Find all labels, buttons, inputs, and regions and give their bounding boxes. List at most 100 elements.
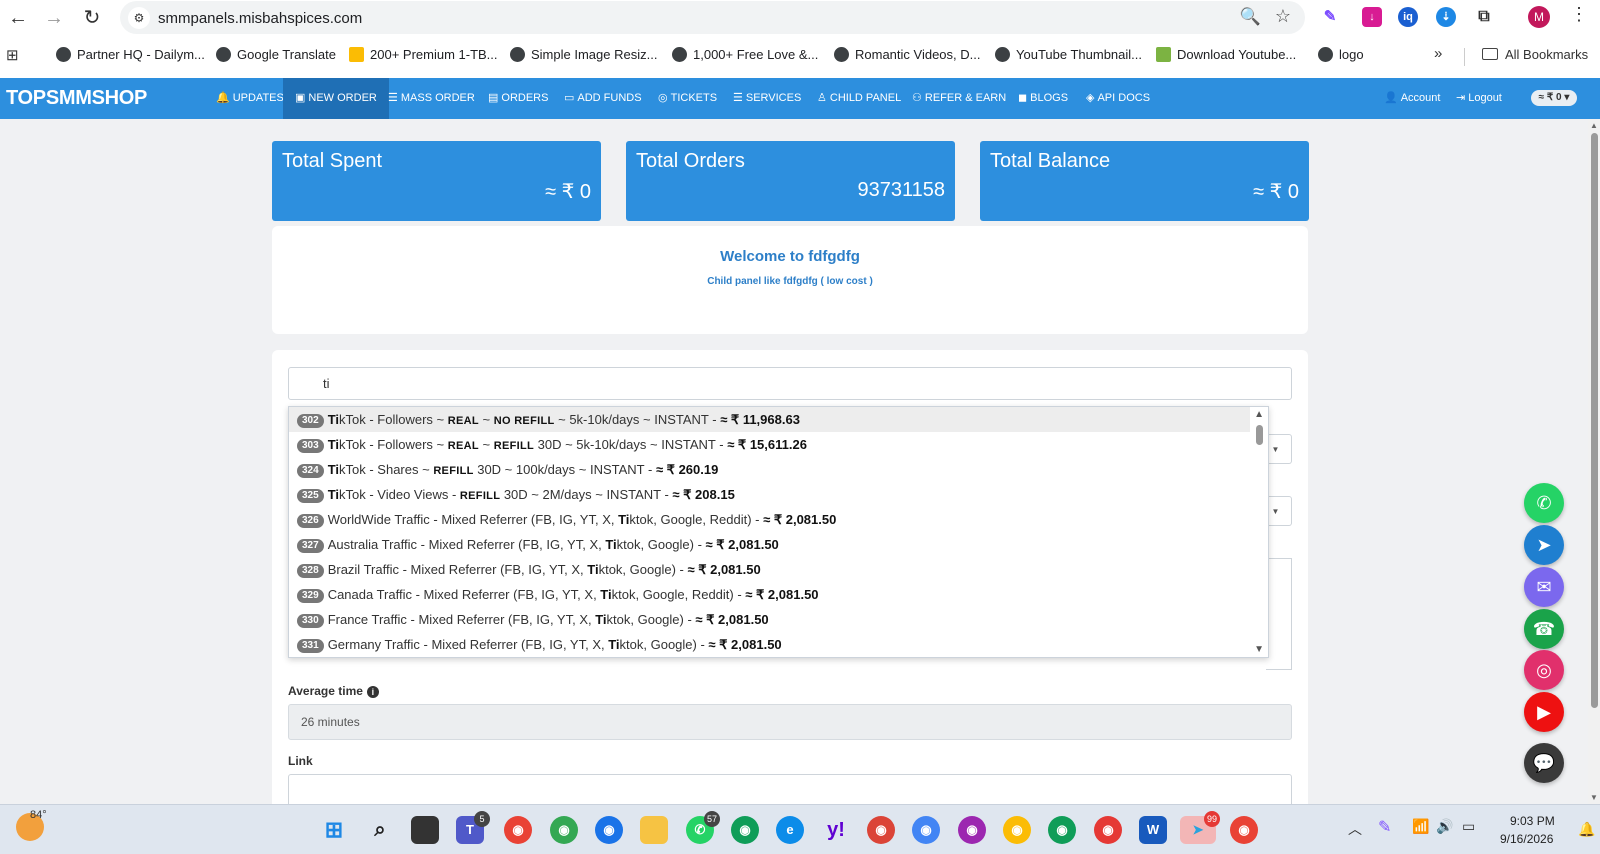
chrome-profile-icon[interactable]: ◉ [595, 816, 623, 844]
iq-extension-icon[interactable]: iq [1398, 7, 1418, 27]
welcome-subtitle[interactable]: Child panel like fdfgdfg ( low cost ) [272, 276, 1308, 287]
scroll-up-arrow-icon[interactable]: ▲ [1254, 409, 1264, 420]
forward-arrow-icon[interactable]: → [40, 4, 68, 32]
service-option[interactable]: 302 TikTok - Followers ~ REAL ~ NO REFILL… [289, 407, 1251, 432]
email-button[interactable]: ✉ [1524, 567, 1564, 607]
bookmark-item[interactable]: Simple Image Resiz... [510, 47, 657, 65]
battery-icon[interactable]: ▭ [1462, 818, 1475, 835]
bookmark-item[interactable]: logo [1318, 47, 1364, 65]
nav-orders[interactable]: ▤ ORDERS [488, 78, 548, 119]
chat-button[interactable]: 💬 [1524, 743, 1564, 783]
bookmark-item[interactable]: 1,000+ Free Love &... [672, 47, 818, 65]
service-option[interactable]: 326 WorldWide Traffic - Mixed Referrer (F… [289, 507, 1251, 532]
task-view-icon[interactable] [411, 816, 439, 844]
notification-icon[interactable]: 🔔 [1578, 821, 1595, 838]
chrome-profile-icon[interactable]: ◉ [912, 816, 940, 844]
option-text: Australia Traffic - Mixed Referrer (FB, … [327, 537, 606, 552]
site-settings-icon[interactable]: ⚙ [128, 7, 150, 29]
pen-icon[interactable]: ✎ [1378, 817, 1391, 837]
chrome-icon[interactable]: ◉ [504, 816, 532, 844]
service-option[interactable]: 330 France Traffic - Mixed Referrer (FB, … [289, 607, 1251, 632]
pen-extension-icon[interactable]: ✎ [1320, 7, 1340, 27]
profile-avatar[interactable]: M [1528, 6, 1550, 28]
bookmark-item[interactable]: Download Youtube... [1156, 47, 1296, 65]
chrome-profile-icon[interactable]: ◉ [550, 816, 578, 844]
reload-icon[interactable]: ↻ [78, 4, 106, 32]
browser-menu-icon[interactable]: ⋮ [1570, 4, 1588, 25]
zoom-icon[interactable]: 🔍 [1240, 7, 1261, 27]
nav-add-funds[interactable]: ▭ ADD FUNDS [564, 78, 642, 119]
service-option[interactable]: 331 Germany Traffic - Mixed Referrer (FB,… [289, 632, 1251, 657]
nav-services[interactable]: ☰ SERVICES [733, 78, 801, 119]
bookmark-item[interactable]: Romantic Videos, D... [834, 47, 980, 65]
chrome-profile-icon[interactable]: ◉ [958, 816, 986, 844]
nav-updates[interactable]: 🔔 UPDATES [216, 78, 284, 119]
nav-blogs[interactable]: ◼ BLOGS [1018, 78, 1068, 119]
bookmark-item[interactable]: Partner HQ - Dailym... [56, 47, 205, 65]
service-option[interactable]: 303 TikTok - Followers ~ REAL ~ REFILL 30… [289, 432, 1251, 457]
search-icon[interactable]: ⌕ [366, 816, 394, 844]
nav-logout[interactable]: ⇥ Logout [1456, 78, 1502, 119]
youtube-button[interactable]: ▶ [1524, 692, 1564, 732]
chevron-up-icon[interactable]: ︿ [1348, 819, 1362, 839]
chrome-profile-icon[interactable]: ◉ [731, 816, 759, 844]
brand-logo[interactable]: TOPSMMSHOP [6, 87, 147, 110]
nav-mass-order[interactable]: ☰ MASS ORDER [388, 78, 475, 119]
bookmark-item[interactable]: 200+ Premium 1-TB... [349, 47, 498, 65]
nav-account[interactable]: 👤 Account [1384, 78, 1440, 119]
nav-new-order[interactable]: ▣ NEW ORDER [283, 78, 389, 119]
info-icon[interactable]: i [366, 686, 379, 698]
whatsapp-button[interactable]: ✆ [1524, 483, 1564, 523]
service-option[interactable]: 329 Canada Traffic - Mixed Referrer (FB, … [289, 582, 1251, 607]
nav-child-panel[interactable]: ♙ CHILD PANEL [817, 78, 901, 119]
scroll-thumb[interactable] [1256, 425, 1263, 445]
back-arrow-icon[interactable]: ← [4, 4, 32, 32]
word-icon[interactable]: W [1139, 816, 1167, 844]
bookmark-item[interactable]: YouTube Thumbnail... [995, 47, 1142, 65]
nav-api-docs[interactable]: ◈ API DOCS [1086, 78, 1150, 119]
service-option[interactable]: 327 Australia Traffic - Mixed Referrer (F… [289, 532, 1251, 557]
scroll-up-arrow-icon[interactable]: ▲ [1590, 121, 1598, 130]
download-extension-icon[interactable]: ↓ [1362, 7, 1382, 27]
service-search-results[interactable]: 302 TikTok - Followers ~ REAL ~ NO REFILL… [288, 406, 1269, 658]
all-bookmarks-button[interactable]: All Bookmarks [1482, 47, 1588, 62]
chrome-profile-icon[interactable]: ◉ [867, 816, 895, 844]
yahoo-icon[interactable]: y! [822, 816, 850, 844]
wifi-icon[interactable]: 📶 [1412, 818, 1429, 835]
chrome-profile-icon[interactable]: ◉ [1230, 816, 1258, 844]
windows-start-icon[interactable]: ⊞ [320, 816, 348, 844]
nav-refer-earn[interactable]: ⚇ REFER & EARN [912, 78, 1006, 119]
extensions-puzzle-icon[interactable]: ⧉ [1474, 7, 1494, 27]
telegram-button[interactable]: ➤ [1524, 525, 1564, 565]
bookmark-star-icon[interactable]: ☆ [1275, 6, 1291, 27]
instagram-button[interactable]: ◎ [1524, 650, 1564, 690]
option-price: ≈ ₹ 260.19 [655, 462, 719, 477]
service-option[interactable]: 324 TikTok - Shares ~ REFILL 30D ~ 100k/d… [289, 457, 1251, 482]
temperature: 84° [30, 809, 47, 821]
apps-grid-icon[interactable]: ⊞ [6, 46, 19, 64]
downloader-extension-icon[interactable]: ⇣ [1436, 7, 1456, 27]
chrome-profile-icon[interactable]: ◉ [1094, 816, 1122, 844]
url-text[interactable]: smmpanels.misbahspices.com [158, 10, 362, 27]
service-option[interactable]: 325 TikTok - Video Views - REFILL 30D ~ 2… [289, 482, 1251, 507]
service-search-input[interactable]: ti [288, 367, 1292, 400]
chrome-profile-icon[interactable]: ◉ [1048, 816, 1076, 844]
scroll-down-arrow-icon[interactable]: ▼ [1590, 793, 1598, 802]
page-scrollbar[interactable]: ▲ ▼ [1588, 119, 1600, 804]
more-bookmarks-icon[interactable]: » [1434, 45, 1442, 62]
scroll-thumb[interactable] [1591, 133, 1598, 708]
service-option[interactable]: 328 Brazil Traffic - Mixed Referrer (FB, … [289, 557, 1251, 582]
nav-tickets[interactable]: ◎ TICKETS [658, 78, 717, 119]
results-scrollbar[interactable]: ▲ ▼ [1250, 407, 1268, 657]
address-bar[interactable]: ⚙ smmpanels.misbahspices.com 🔍 ☆ [120, 1, 1305, 34]
balance-currency-dropdown[interactable]: ≈ ₹ 0 ▾ [1531, 90, 1577, 106]
scroll-down-arrow-icon[interactable]: ▼ [1254, 644, 1264, 655]
phone-button[interactable]: ☎ [1524, 609, 1564, 649]
file-explorer-icon[interactable] [640, 816, 668, 844]
chrome-profile-icon[interactable]: ◉ [1003, 816, 1031, 844]
clock-time[interactable]: 9:03 PM [1510, 814, 1555, 828]
bookmark-item[interactable]: Google Translate [216, 47, 336, 65]
clock-date[interactable]: 9/16/2026 [1500, 832, 1553, 846]
edge-icon[interactable]: e [776, 816, 804, 844]
volume-icon[interactable]: 🔊 [1436, 818, 1453, 835]
